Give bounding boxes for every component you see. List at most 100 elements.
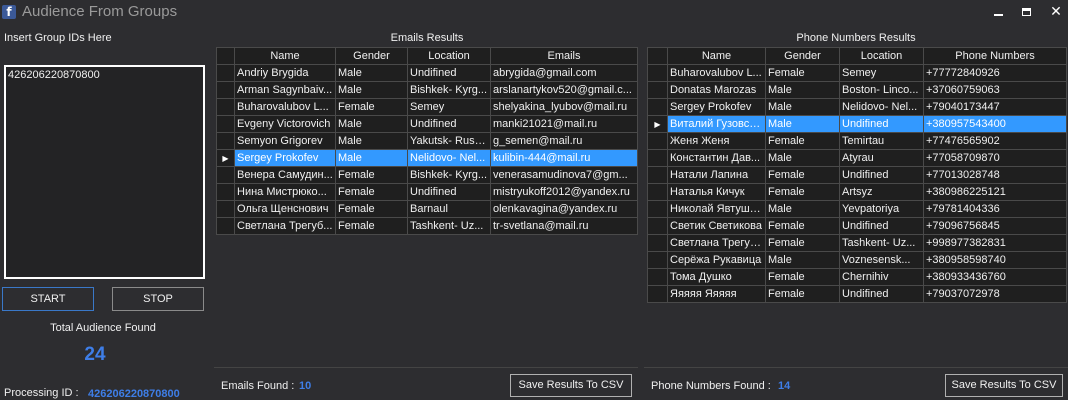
cell-name[interactable]: Венера Самудин...	[234, 166, 336, 184]
cell-email[interactable]: kulibin-444@mail.ru	[490, 149, 638, 167]
cell-location[interactable]: Boston- Linco...	[839, 81, 924, 99]
cell-location[interactable]: Temirtau	[839, 132, 924, 150]
cell-phone[interactable]: +77772840926	[923, 64, 1067, 82]
cell-gender[interactable]: Female	[765, 234, 840, 252]
table-row[interactable]: Яяяяя Яяяяя Female Undifined +79037072978	[647, 285, 1067, 303]
cell-location[interactable]: Tashkent- Uz...	[839, 234, 924, 252]
cell-email[interactable]: manki21021@mail.ru	[490, 115, 638, 133]
cell-gender[interactable]: Male	[765, 81, 840, 99]
column-header-gender[interactable]: Gender	[765, 47, 840, 65]
cell-phone[interactable]: +79040173447	[923, 98, 1067, 116]
table-row[interactable]: Buharovalubov L... Female Semey +7777284092…	[647, 64, 1067, 82]
cell-gender[interactable]: Female	[765, 285, 840, 303]
maximize-button[interactable]	[1016, 4, 1036, 20]
table-row[interactable]: Buharovalubov L... Female Semey shelyakina_…	[216, 98, 638, 116]
cell-name[interactable]: Светлана Трегуб...	[667, 234, 766, 252]
table-row[interactable]: ▶ Sergey Prokofev Male Nelidovo- Nel... kuli…	[216, 149, 638, 167]
row-header[interactable]: ▶	[216, 149, 235, 167]
table-row[interactable]: Тома Душко Female Chernihiv +380933436760	[647, 268, 1067, 286]
column-header-location[interactable]: Location	[839, 47, 924, 65]
table-row[interactable]: Sergey Prokofev Male Nelidovo- Nel... +7904…	[647, 98, 1067, 116]
cell-name[interactable]: Тома Душко	[667, 268, 766, 286]
cell-gender[interactable]: Male	[765, 149, 840, 167]
row-header[interactable]	[216, 183, 235, 201]
cell-location[interactable]: Undifined	[407, 115, 491, 133]
row-header[interactable]	[216, 98, 235, 116]
table-row[interactable]: Николай Явтуше... Male Yevpatoriya +7978140…	[647, 200, 1067, 218]
table-row[interactable]: Светлана Трегуб... Female Tashkent- Uz... t…	[216, 217, 638, 235]
table-row[interactable]: Arman Sagynbaiv... Male Bishkek- Kyrg... ar…	[216, 81, 638, 99]
cell-gender[interactable]: Female	[335, 200, 408, 218]
cell-gender[interactable]: Female	[335, 183, 408, 201]
cell-email[interactable]: mistryukoff2012@yandex.ru	[490, 183, 638, 201]
row-header[interactable]	[216, 166, 235, 184]
cell-phone[interactable]: +77013028748	[923, 166, 1067, 184]
cell-phone[interactable]: +998977382831	[923, 234, 1067, 252]
row-header[interactable]	[647, 200, 668, 218]
cell-name[interactable]: Николай Явтуше...	[667, 200, 766, 218]
cell-location[interactable]: Undifined	[407, 64, 491, 82]
cell-location[interactable]: Undifined	[839, 166, 924, 184]
cell-location[interactable]: Undifined	[839, 285, 924, 303]
table-row[interactable]: Светлана Трегуб... Female Tashkent- Uz... +…	[647, 234, 1067, 252]
phones-grid[interactable]: Name Gender Location Phone Numbers Buhar…	[647, 47, 1067, 303]
stop-button[interactable]: STOP	[112, 287, 204, 311]
cell-email[interactable]: shelyakina_lyubov@mail.ru	[490, 98, 638, 116]
cell-location[interactable]: Undifined	[839, 217, 924, 235]
cell-name[interactable]: Ольга Щенснович	[234, 200, 336, 218]
cell-phone[interactable]: +79096756845	[923, 217, 1067, 235]
cell-location[interactable]: Artsyz	[839, 183, 924, 201]
cell-gender[interactable]: Female	[335, 166, 408, 184]
cell-location[interactable]: Atyrau	[839, 149, 924, 167]
table-row[interactable]: Evgeny Victorovich Male Undifined manki2102…	[216, 115, 638, 133]
table-row[interactable]: ▶ Виталий Гузовск... Male Undifined +3809575…	[647, 115, 1067, 133]
cell-gender[interactable]: Male	[765, 98, 840, 116]
cell-location[interactable]: Chernihiv	[839, 268, 924, 286]
column-header-location[interactable]: Location	[407, 47, 491, 65]
cell-gender[interactable]: Female	[765, 166, 840, 184]
cell-name[interactable]: Нина Мистрюко...	[234, 183, 336, 201]
emails-grid[interactable]: Name Gender Location Emails Andriy Brygi…	[216, 47, 638, 235]
table-row[interactable]: Венера Самудин... Female Bishkek- Kyrg... v…	[216, 166, 638, 184]
row-header[interactable]	[647, 217, 668, 235]
cell-name[interactable]: Константин Дав...	[667, 149, 766, 167]
table-row[interactable]: Светик Светикова Female Undifined +79096756…	[647, 217, 1067, 235]
table-row[interactable]: Нина Мистрюко... Female Undifined mistryuko…	[216, 183, 638, 201]
table-row[interactable]: Semyon Grigorev Male Yakutsk- Russia g_seme…	[216, 132, 638, 150]
cell-gender[interactable]: Female	[765, 268, 840, 286]
cell-gender[interactable]: Female	[335, 98, 408, 116]
cell-gender[interactable]: Male	[335, 132, 408, 150]
column-header-name[interactable]: Name	[667, 47, 766, 65]
row-header[interactable]	[647, 234, 668, 252]
cell-name[interactable]: Semyon Grigorev	[234, 132, 336, 150]
cell-location[interactable]: Yakutsk- Russia	[407, 132, 491, 150]
cell-name[interactable]: Светик Светикова	[667, 217, 766, 235]
cell-location[interactable]: Voznesensk...	[839, 251, 924, 269]
cell-location[interactable]: Undifined	[407, 183, 491, 201]
cell-phone[interactable]: +79037072978	[923, 285, 1067, 303]
cell-phone[interactable]: +77058709870	[923, 149, 1067, 167]
row-header[interactable]	[647, 81, 668, 99]
cell-gender[interactable]: Female	[335, 217, 408, 235]
cell-phone[interactable]: +79781404336	[923, 200, 1067, 218]
column-header-gender[interactable]: Gender	[335, 47, 408, 65]
table-row[interactable]: Константин Дав... Male Atyrau +77058709870	[647, 149, 1067, 167]
save-emails-csv-button[interactable]: Save Results To CSV	[510, 374, 632, 397]
cell-gender[interactable]: Male	[765, 200, 840, 218]
cell-name[interactable]: Evgeny Victorovich	[234, 115, 336, 133]
row-header[interactable]	[216, 81, 235, 99]
row-header[interactable]	[216, 64, 235, 82]
row-header[interactable]	[647, 183, 668, 201]
table-row[interactable]: Ольга Щенснович Female Barnaul olenkavagina…	[216, 200, 638, 218]
column-header-emails[interactable]: Emails	[490, 47, 638, 65]
cell-name[interactable]: Виталий Гузовск...	[667, 115, 766, 133]
cell-gender[interactable]: Male	[335, 81, 408, 99]
cell-phone[interactable]: +37060759063	[923, 81, 1067, 99]
cell-gender[interactable]: Female	[765, 132, 840, 150]
cell-phone[interactable]: +380933436760	[923, 268, 1067, 286]
row-header[interactable]	[647, 166, 668, 184]
save-phones-csv-button[interactable]: Save Results To CSV	[945, 374, 1063, 397]
cell-location[interactable]: Yevpatoriya	[839, 200, 924, 218]
table-row[interactable]: Серёжа Рукавица Male Voznesensk... +3809585…	[647, 251, 1067, 269]
cell-email[interactable]: abrygida@gmail.com	[490, 64, 638, 82]
